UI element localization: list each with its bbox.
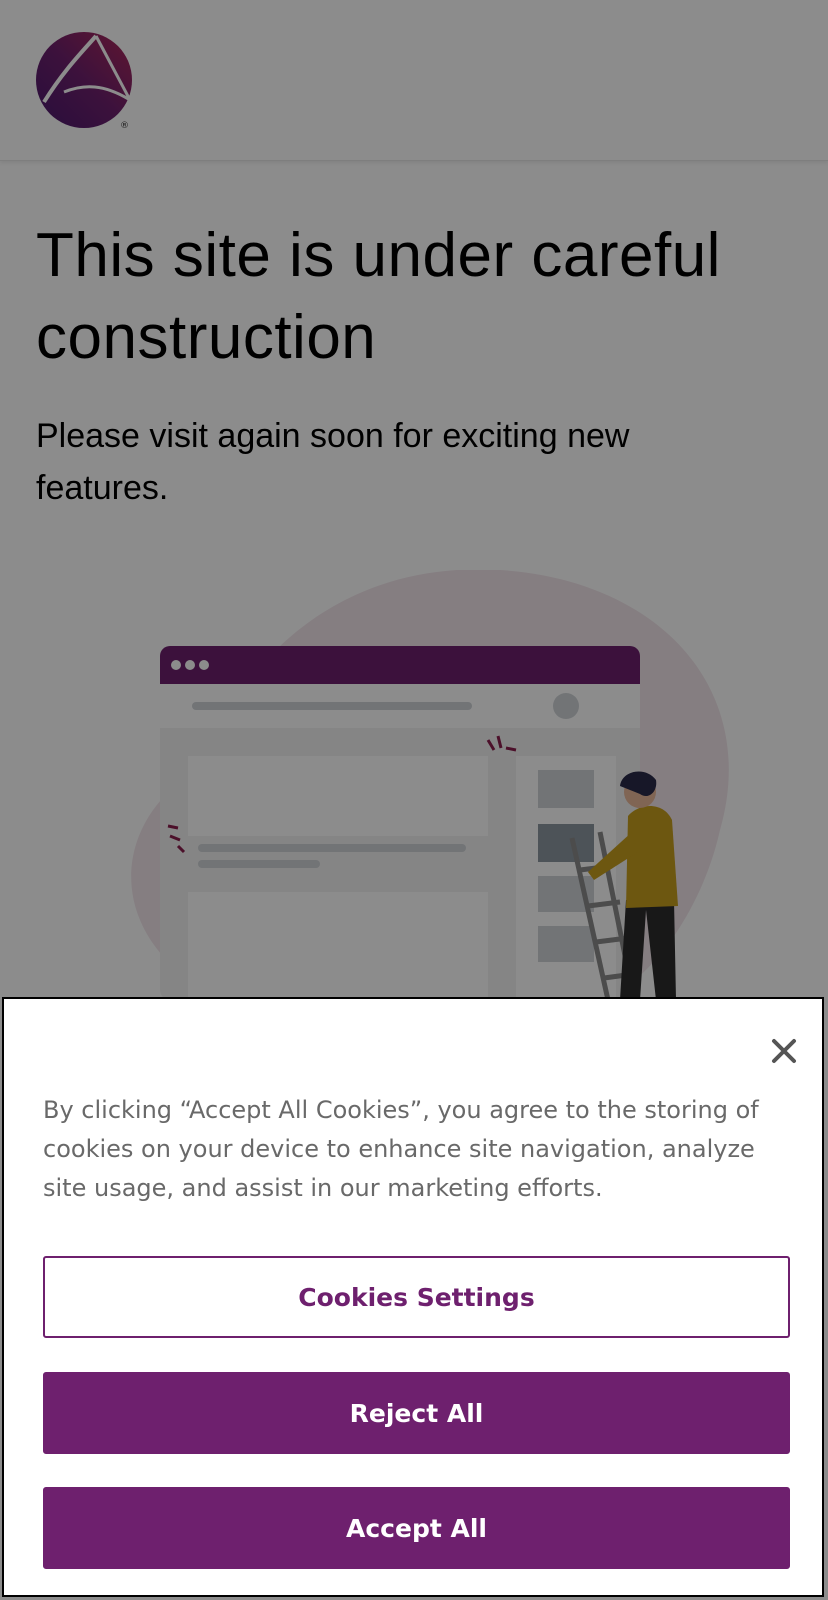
cookie-consent-banner: By clicking “Accept All Cookies”, you ag…: [2, 997, 824, 1597]
reject-all-button[interactable]: Reject All: [43, 1372, 790, 1454]
cookies-settings-button[interactable]: Cookies Settings: [43, 1256, 790, 1338]
cookie-message: By clicking “Accept All Cookies”, you ag…: [43, 1096, 759, 1202]
close-icon[interactable]: [764, 1031, 804, 1071]
accept-all-button[interactable]: Accept All: [43, 1487, 790, 1569]
